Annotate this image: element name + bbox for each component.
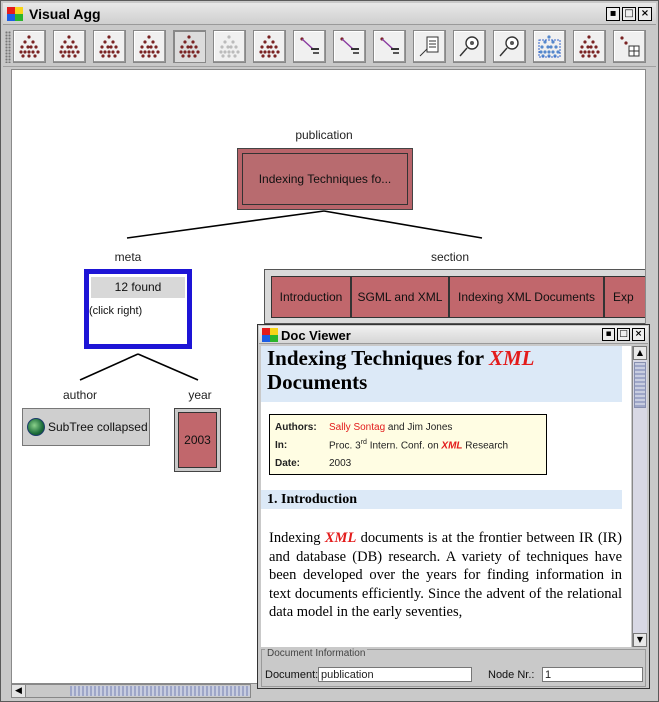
node-nr-field[interactable] bbox=[542, 667, 643, 682]
tree-view-2-button[interactable] bbox=[53, 30, 86, 63]
doc-vertical-scrollbar[interactable]: ▲ ▼ bbox=[632, 346, 647, 647]
meta-node[interactable]: 12 found (click right) bbox=[84, 269, 192, 349]
year-label: year bbox=[188, 388, 212, 402]
in-mid: Intern. Conf. on bbox=[366, 440, 442, 452]
intro-paragraph: Indexing XML documents is at the frontie… bbox=[269, 529, 622, 622]
heading-text-2: Documents bbox=[267, 370, 368, 394]
para-text: Indexing bbox=[269, 530, 325, 546]
node-nr-label: Node Nr.: bbox=[488, 669, 535, 681]
heading-xml: XML bbox=[488, 346, 535, 370]
document-metadata: Authors: Sally Sontag and Jim Jones In: … bbox=[269, 414, 547, 475]
authors-rest: and Jim Jones bbox=[385, 421, 453, 433]
publication-node[interactable]: Indexing Techniques fo... bbox=[237, 148, 413, 210]
document-content[interactable]: Indexing Techniques for XML Documents Au… bbox=[261, 346, 631, 647]
section-item-indexing-xml[interactable]: Indexing XML Documents bbox=[449, 276, 604, 318]
publication-label: publication bbox=[295, 128, 353, 142]
document-heading: Indexing Techniques for XML Documents bbox=[261, 346, 622, 402]
tree-view-1-button[interactable] bbox=[13, 30, 46, 63]
document-information-panel: Document Information Document: Node Nr.: bbox=[261, 648, 646, 687]
heading-text: Indexing Techniques for bbox=[267, 346, 489, 370]
tree-view-7-button[interactable] bbox=[253, 30, 286, 63]
tree-view-6-button[interactable] bbox=[213, 30, 246, 63]
meta-label: meta bbox=[114, 250, 142, 264]
year-node[interactable]: 2003 bbox=[174, 408, 221, 472]
select-tool-button[interactable] bbox=[533, 30, 566, 63]
doc-close-button[interactable]: × bbox=[632, 328, 645, 341]
app-logo-icon bbox=[7, 7, 23, 21]
section-item-sgml-and-xml[interactable]: SGML and XML bbox=[351, 276, 449, 318]
section-node-list: Introduction SGML and XML Indexing XML D… bbox=[264, 269, 645, 324]
doc-viewer-logo-icon bbox=[262, 328, 278, 342]
search-tool-2-button[interactable] bbox=[493, 30, 526, 63]
path-tool-1-button[interactable] bbox=[293, 30, 326, 63]
collapsed-text: SubTree collapsed bbox=[48, 420, 148, 434]
in-text: Proc. 3 bbox=[329, 440, 361, 452]
globe-icon bbox=[27, 418, 45, 436]
window-title: Visual Agg bbox=[29, 6, 101, 22]
tree-view-5-button[interactable] bbox=[173, 30, 206, 63]
doc-viewer-titlebar[interactable]: Doc Viewer ▪ □ × bbox=[259, 326, 648, 344]
author-node-collapsed[interactable]: SubTree collapsed bbox=[22, 408, 150, 446]
doc-viewer-window: Doc Viewer ▪ □ × Indexing Techniques for… bbox=[257, 324, 650, 689]
in-post: Research bbox=[462, 440, 509, 452]
scroll-left-arrow-icon[interactable]: ◀ bbox=[12, 685, 26, 697]
doc-maximize-button[interactable]: □ bbox=[617, 328, 630, 341]
horizontal-scrollbar[interactable]: ◀ bbox=[11, 684, 251, 698]
path-tool-2-button[interactable] bbox=[333, 30, 366, 63]
search-tool-1-button[interactable] bbox=[453, 30, 486, 63]
scroll-down-arrow-icon[interactable]: ▼ bbox=[633, 633, 647, 647]
main-titlebar[interactable]: Visual Agg ▪ □ × bbox=[3, 3, 656, 25]
doc-minimize-button[interactable]: ▪ bbox=[602, 328, 615, 341]
toolbar bbox=[3, 27, 656, 67]
tree-view-4-button[interactable] bbox=[133, 30, 166, 63]
horizontal-scroll-thumb[interactable] bbox=[70, 686, 250, 696]
doc-viewer-title: Doc Viewer bbox=[281, 328, 351, 343]
section-item-introduction[interactable]: Introduction bbox=[271, 276, 351, 318]
date-key: Date: bbox=[275, 457, 301, 469]
year-value: 2003 bbox=[178, 412, 217, 468]
para-xml: XML bbox=[324, 530, 357, 546]
maximize-button[interactable]: □ bbox=[622, 7, 636, 21]
date-value: 2003 bbox=[329, 457, 352, 469]
author-link[interactable]: Sally Sontag bbox=[329, 422, 385, 433]
tree-view-3-button[interactable] bbox=[93, 30, 126, 63]
grid-tool-button[interactable] bbox=[613, 30, 646, 63]
document-tool-button[interactable] bbox=[413, 30, 446, 63]
publication-node-text: Indexing Techniques fo... bbox=[242, 153, 408, 205]
meta-found-count: 12 found bbox=[91, 277, 185, 298]
close-button[interactable]: × bbox=[638, 7, 652, 21]
authors-key: Authors: bbox=[275, 421, 317, 433]
section-item-exp[interactable]: Exp bbox=[604, 276, 645, 318]
visual-agg-window: Visual Agg ▪ □ × publication Indexing Te… bbox=[0, 0, 659, 702]
document-field-label: Document: bbox=[265, 669, 319, 681]
toolbar-grip[interactable] bbox=[5, 31, 11, 63]
meta-hint: (click right) bbox=[89, 305, 143, 317]
document-field[interactable] bbox=[318, 667, 472, 682]
section-label: section bbox=[430, 250, 470, 264]
tree-view-8-button[interactable] bbox=[573, 30, 606, 63]
in-key: In: bbox=[275, 439, 288, 451]
section-heading: 1. Introduction bbox=[261, 490, 622, 509]
doc-scroll-thumb[interactable] bbox=[634, 362, 646, 408]
path-tool-3-button[interactable] bbox=[373, 30, 406, 63]
scroll-up-arrow-icon[interactable]: ▲ bbox=[633, 346, 647, 360]
author-label: author bbox=[62, 388, 98, 402]
in-xml: XML bbox=[441, 440, 463, 452]
minimize-button[interactable]: ▪ bbox=[606, 7, 620, 21]
document-info-legend: Document Information bbox=[265, 648, 368, 659]
